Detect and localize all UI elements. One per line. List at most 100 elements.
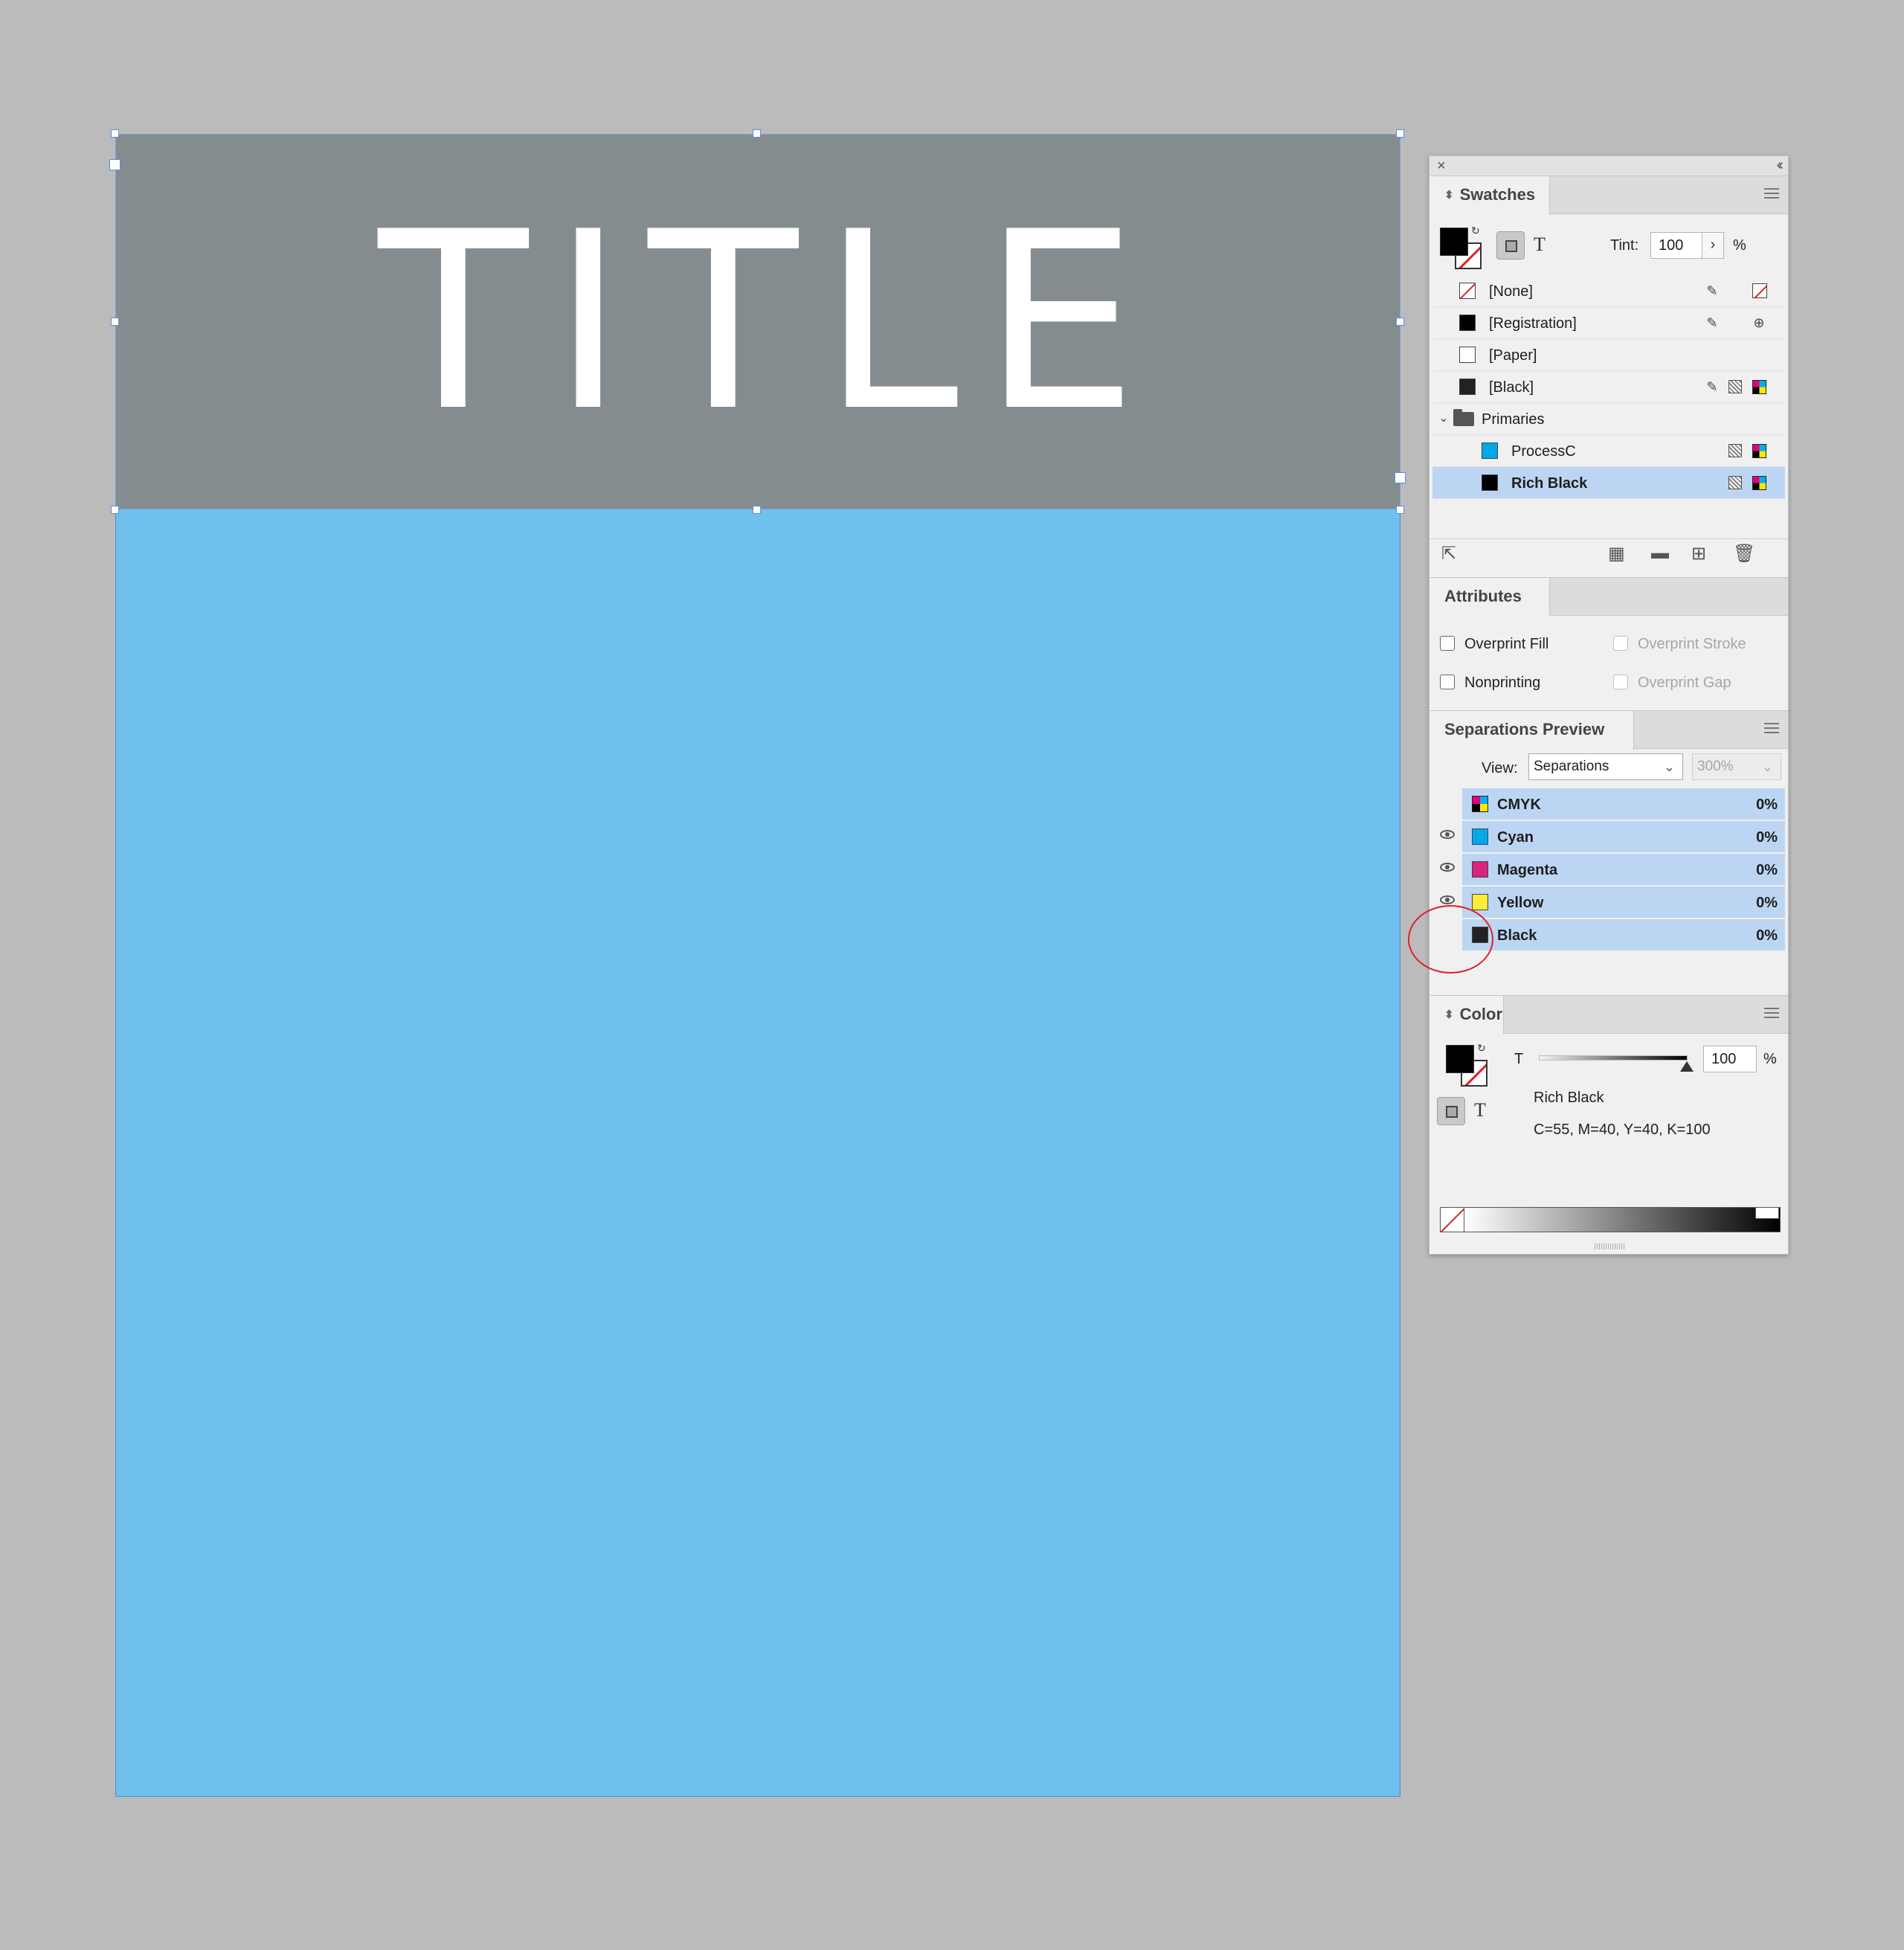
swatch-name: [Black] — [1489, 379, 1534, 396]
overprint-gap-label: Overprint Gap — [1638, 675, 1731, 691]
cmyk-icon — [1472, 796, 1488, 812]
selection-handle[interactable] — [753, 129, 761, 138]
fill-stroke-widget[interactable]: ↻ — [1440, 225, 1485, 272]
new-swatch-icon[interactable]: ⊞ — [1691, 543, 1706, 564]
separations-header: Separations Preview — [1429, 710, 1788, 750]
separation-value: 0% — [1756, 829, 1778, 846]
color-tint-unit: % — [1763, 1051, 1777, 1067]
white-color-button[interactable] — [1755, 1207, 1779, 1219]
zoom-select-value: 300% — [1697, 759, 1734, 774]
chevron-down-icon[interactable]: ⌄ — [1435, 411, 1452, 427]
cmyk-mode-icon — [1752, 380, 1766, 394]
swatch-row-registration[interactable]: [Registration] ✎ ⊕ — [1432, 307, 1785, 339]
formatting-container-button[interactable] — [1496, 231, 1525, 260]
close-icon[interactable]: × — [1437, 158, 1446, 175]
visibility-toggle[interactable] — [1432, 821, 1462, 852]
tint-input[interactable]: 100 — [1650, 232, 1702, 259]
none-swatch-chip — [1459, 283, 1476, 299]
color-header: ⬍ Color — [1429, 995, 1788, 1034]
none-type-icon — [1752, 283, 1767, 298]
process-color-icon — [1728, 444, 1742, 457]
formatting-text-icon[interactable]: T — [1474, 1099, 1486, 1122]
in-port-handle[interactable] — [109, 159, 120, 170]
overprint-fill-checkbox[interactable] — [1440, 636, 1455, 651]
selection-handle[interactable] — [1396, 506, 1404, 514]
formatting-text-icon[interactable]: T — [1534, 234, 1546, 256]
tint-slider[interactable] — [1539, 1055, 1688, 1061]
nonprinting-checkbox[interactable] — [1440, 675, 1455, 689]
delete-swatch-icon[interactable]: 🗑 — [1733, 543, 1755, 564]
overprint-stroke-checkbox[interactable] — [1613, 636, 1628, 651]
cyan-color-chip — [1472, 828, 1488, 845]
panel-title-bar: × ‹‹ — [1429, 156, 1788, 176]
selection-handle[interactable] — [1396, 129, 1404, 138]
resize-grip[interactable] — [1595, 1243, 1624, 1249]
swatch-row-paper[interactable]: [Paper] — [1432, 339, 1785, 371]
tab-separations-preview[interactable]: Separations Preview — [1429, 711, 1634, 750]
fill-swatch[interactable] — [1446, 1045, 1474, 1073]
paper-swatch-chip — [1459, 347, 1476, 363]
out-port-handle[interactable] — [1395, 472, 1406, 483]
swatch-name: [None] — [1489, 283, 1533, 300]
color-tint-input[interactable]: 100 — [1703, 1046, 1757, 1072]
tint-slider-thumb[interactable] — [1680, 1061, 1694, 1072]
formatting-container-button[interactable] — [1437, 1097, 1465, 1125]
swatch-row-none[interactable]: [None] ✎ — [1432, 275, 1785, 307]
chevron-down-icon: ⌄ — [1761, 759, 1773, 774]
registration-icon: ⊕ — [1753, 315, 1765, 330]
swatch-row-processc[interactable]: ProcessC — [1432, 435, 1785, 467]
swatch-name: [Paper] — [1489, 347, 1537, 364]
zoom-select[interactable]: 300% ⌄ — [1692, 753, 1781, 780]
swap-icon[interactable]: ↻ — [1477, 1042, 1486, 1055]
tab-swatches[interactable]: ⬍ Swatches — [1429, 176, 1550, 215]
separation-name: Cyan — [1497, 829, 1534, 846]
visibility-toggle[interactable] — [1432, 788, 1462, 820]
selection-handle[interactable] — [111, 506, 119, 514]
collapse-icon[interactable]: ‹‹ — [1777, 157, 1784, 174]
overprint-gap-checkbox[interactable] — [1613, 675, 1628, 689]
none-color-button[interactable] — [1440, 1207, 1465, 1232]
not-editable-icon: ✎ — [1706, 315, 1718, 330]
title-text-frame[interactable]: TITLE — [115, 134, 1400, 509]
separation-row-yellow[interactable]: Yellow 0% — [1432, 886, 1785, 918]
eye-icon — [1440, 895, 1455, 904]
overprint-fill-label: Overprint Fill — [1464, 636, 1549, 652]
tab-color[interactable]: ⬍ Color — [1429, 996, 1504, 1034]
separation-row-cmyk[interactable]: CMYK 0% — [1432, 788, 1785, 820]
panel-menu-icon[interactable] — [1764, 188, 1779, 202]
tint-stepper[interactable]: › — [1702, 232, 1724, 259]
separation-row-magenta[interactable]: Magenta 0% — [1432, 854, 1785, 886]
selection-handle[interactable] — [1396, 318, 1404, 326]
annotation-circle — [1408, 905, 1493, 974]
swap-icon[interactable]: ↻ — [1471, 225, 1480, 237]
process-color-icon — [1728, 476, 1742, 489]
view-select[interactable]: Separations ⌄ — [1528, 753, 1683, 780]
selection-handle[interactable] — [111, 129, 119, 138]
show-swatch-types-icon[interactable]: ▦ — [1608, 543, 1625, 564]
selection-handle[interactable] — [753, 506, 761, 514]
visibility-toggle[interactable] — [1432, 854, 1462, 885]
black-swatch-chip — [1459, 379, 1476, 395]
selection-handle[interactable] — [111, 318, 119, 326]
new-group-icon[interactable]: ▬ — [1651, 543, 1669, 564]
color-fill-stroke-widget[interactable]: ↻ — [1446, 1042, 1490, 1090]
updown-arrows-icon: ⬍ — [1444, 1008, 1454, 1021]
separation-name: Magenta — [1497, 862, 1558, 878]
panel-menu-icon[interactable] — [1764, 723, 1779, 736]
tab-attributes[interactable]: Attributes — [1429, 578, 1550, 617]
swatch-views-icon[interactable]: ⇱ — [1441, 543, 1456, 564]
separation-value: 0% — [1756, 797, 1778, 813]
swatch-row-black[interactable]: [Black] ✎ — [1432, 371, 1785, 403]
swatch-name: ProcessC — [1511, 443, 1576, 460]
separation-row-cyan[interactable]: Cyan 0% — [1432, 821, 1785, 853]
color-ramp[interactable] — [1464, 1207, 1781, 1232]
fill-swatch[interactable] — [1440, 228, 1468, 256]
panel-menu-icon[interactable] — [1764, 1008, 1779, 1021]
swatch-group-primaries[interactable]: ⌄ Primaries — [1432, 403, 1785, 435]
tab-separations-label: Separations Preview — [1444, 720, 1605, 739]
tint-label: Tint: — [1610, 237, 1639, 254]
swatch-row-rich-black[interactable]: Rich Black — [1432, 467, 1785, 499]
color-formula: C=55, M=40, Y=40, K=100 — [1534, 1122, 1711, 1138]
tint-slider-label: T — [1514, 1051, 1524, 1067]
overprint-stroke-label: Overprint Stroke — [1638, 636, 1746, 652]
